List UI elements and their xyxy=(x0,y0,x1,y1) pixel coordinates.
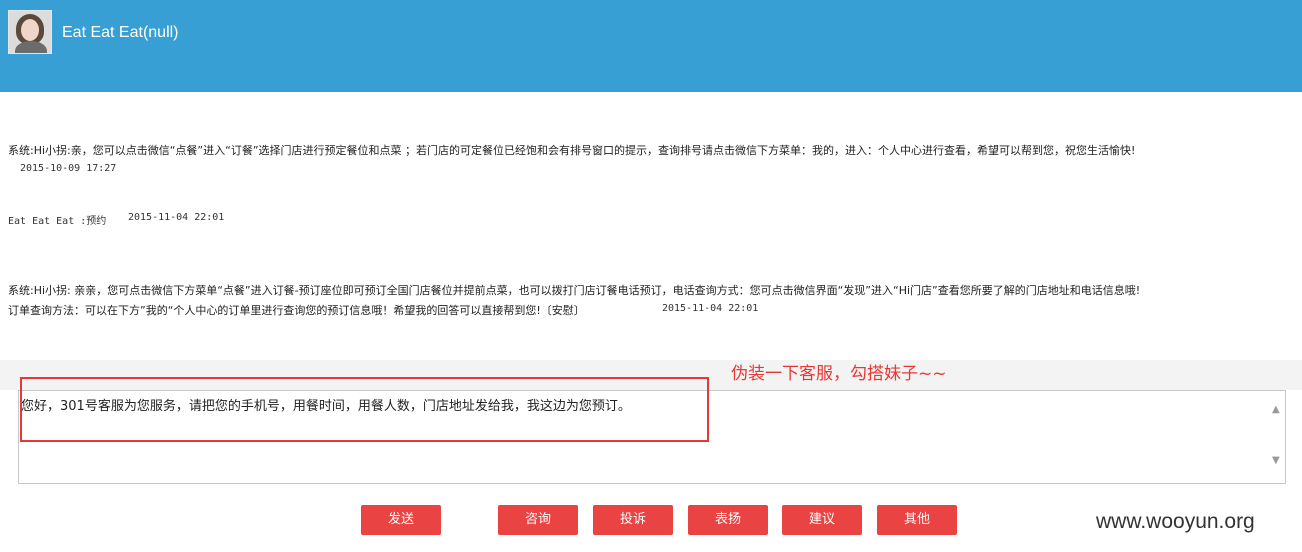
consult-button[interactable]: 咨询 xyxy=(498,505,578,535)
message-3-text-line2: 订单查询方法：可以在下方”我的“个人中心的订单里进行查询您的预订信息哦！希望我的… xyxy=(8,304,585,317)
annotation-highlight-box xyxy=(20,377,709,442)
avatar[interactable] xyxy=(8,10,52,54)
message-1-time: 2015-10-09 17:27 xyxy=(20,163,117,174)
message-3-text-line1: 系统:Hi小拐: 亲亲，您可点击微信下方菜单“点餐”进入订餐-预订座位即可预订全… xyxy=(8,284,1141,297)
message-2-text: Eat Eat Eat :预约 xyxy=(8,216,107,227)
send-button[interactable]: 发送 xyxy=(361,505,441,535)
message-2-time: 2015-11-04 22:01 xyxy=(128,212,225,223)
watermark: www.wooyun.org xyxy=(1096,510,1255,533)
suggest-button[interactable]: 建议 xyxy=(782,505,862,535)
chat-title: Eat Eat Eat(null) xyxy=(62,24,179,41)
avatar-body xyxy=(15,41,47,53)
avatar-face xyxy=(21,19,39,41)
annotation-note: 伪装一下客服，勾搭妹子~~ xyxy=(731,364,947,384)
other-button[interactable]: 其他 xyxy=(877,505,957,535)
scroll-up-icon[interactable]: ▲ xyxy=(1272,404,1280,415)
scroll-down-icon[interactable]: ▼ xyxy=(1272,455,1280,466)
complain-button[interactable]: 投诉 xyxy=(593,505,673,535)
praise-button[interactable]: 表扬 xyxy=(688,505,768,535)
message-1-text: 系统:Hi小拐:亲，您可以点击微信“点餐”进入“订餐”选择门店进行预定餐位和点菜… xyxy=(8,144,1136,157)
header-bar: Eat Eat Eat(null) xyxy=(0,0,1302,92)
message-3-time: 2015-11-04 22:01 xyxy=(662,303,759,314)
